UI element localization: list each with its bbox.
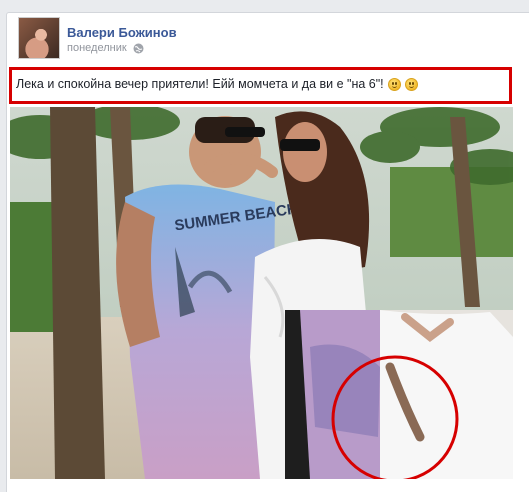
post-message-text: Лека и спокойна вечер приятели! Ейй момч… [16, 77, 384, 91]
post-message: Лека и спокойна вечер приятели! Ейй момч… [16, 77, 418, 91]
smile-emoji [404, 77, 418, 91]
post-timestamp[interactable]: понеделник [67, 42, 127, 54]
author-avatar[interactable] [18, 17, 60, 59]
zoom-inset [285, 310, 513, 479]
slight-smile-emoji [387, 77, 401, 91]
post-meta: понеделник [67, 42, 144, 54]
post-photo[interactable]: SUMMER BEACH [10, 107, 513, 479]
author-name-link[interactable]: Валери Божинов [67, 25, 177, 40]
globe-icon[interactable] [133, 43, 144, 54]
